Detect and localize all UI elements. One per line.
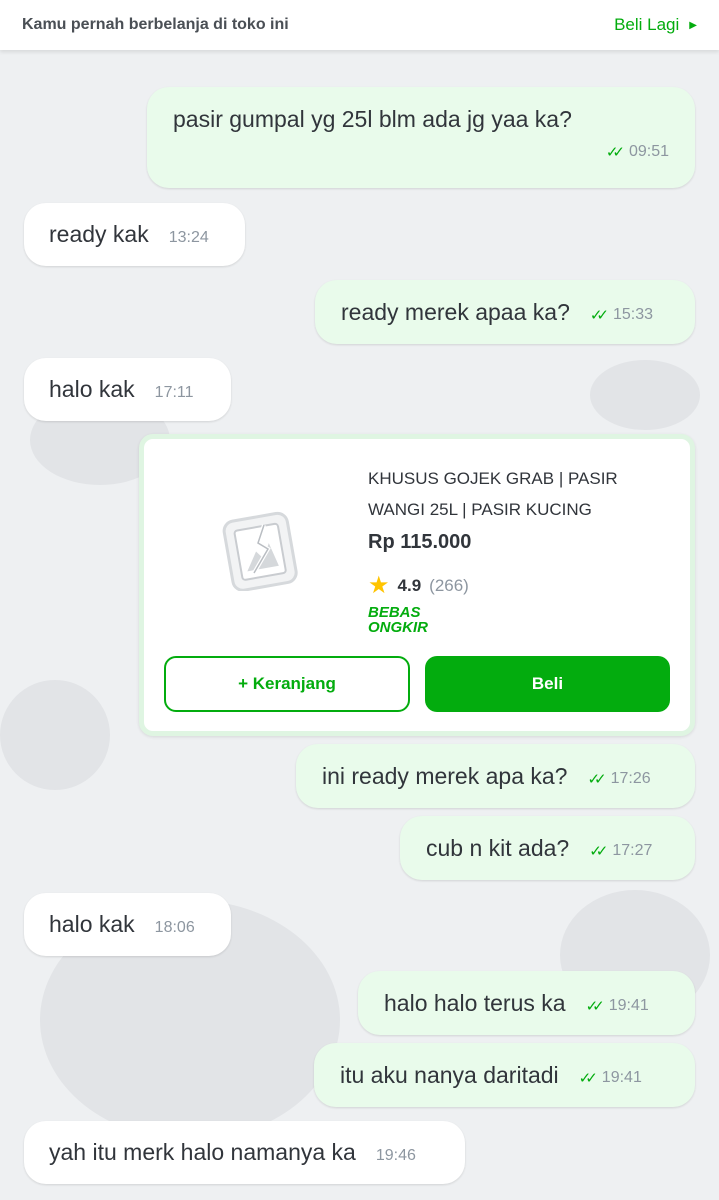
- message-time: 19:46: [375, 1146, 416, 1164]
- review-count: (266): [429, 576, 469, 595]
- rating-score: 4.9: [397, 576, 422, 595]
- free-shipping-badge-line2: ONGKIR: [368, 619, 428, 636]
- chat-bubble-outgoing[interactable]: pasir gumpal yg 25l blm ada jg yaa ka? ✓…: [147, 87, 695, 188]
- message-text: itu aku nanya daritadi: [340, 1061, 559, 1088]
- message-time: 19:41: [601, 1069, 642, 1086]
- purchase-history-text: Kamu pernah berbelanja di toko ini: [22, 16, 289, 33]
- buy-again-link[interactable]: Beli Lagi ▶: [614, 15, 697, 35]
- double-check-icon: ✓✓: [605, 144, 625, 161]
- message-text: halo kak: [49, 376, 135, 402]
- product-price: Rp 115.000: [368, 531, 472, 553]
- background-mascot-decoration: [590, 360, 700, 430]
- message-time: 17:27: [612, 842, 653, 859]
- double-check-icon: ✓✓: [578, 1070, 598, 1087]
- product-name[interactable]: KHUSUS GOJEK GRAB | PASIR WANGI 25L | PA…: [368, 463, 668, 525]
- message-text: ready merek apaa ka?: [341, 298, 570, 325]
- message-time: 17:26: [610, 770, 651, 787]
- broken-image-icon: [218, 511, 300, 592]
- chat-bubble-outgoing[interactable]: cub n kit ada? ✓✓ 17:27: [400, 816, 695, 880]
- double-check-icon: ✓✓: [589, 307, 609, 324]
- chat-bubble-incoming[interactable]: ready kak 13:24: [24, 203, 245, 266]
- chevron-right-icon: ▶: [689, 19, 697, 31]
- message-time: 09:51: [628, 143, 669, 160]
- double-check-icon: ✓✓: [585, 998, 605, 1015]
- message-text: cub n kit ada?: [426, 834, 570, 861]
- chat-bubble-outgoing[interactable]: ini ready merek apa ka? ✓✓ 17:26: [296, 744, 695, 808]
- product-rating: ★ 4.9 (266): [368, 574, 469, 598]
- free-shipping-badge: BEBAS ONGKIR: [368, 605, 428, 635]
- message-time: 18:06: [154, 918, 195, 936]
- add-to-cart-button[interactable]: + Keranjang: [164, 656, 410, 712]
- product-card[interactable]: KHUSUS GOJEK GRAB | PASIR WANGI 25L | PA…: [139, 434, 695, 736]
- message-time: 17:11: [154, 383, 194, 401]
- message-text: yah itu merk halo namanya ka: [49, 1139, 356, 1165]
- message-time: 15:33: [613, 306, 654, 323]
- double-check-icon: ✓✓: [587, 771, 606, 788]
- chat-bubble-incoming[interactable]: yah itu merk halo namanya ka 19:46: [24, 1121, 465, 1184]
- chat-bubble-incoming[interactable]: halo kak 18:06: [24, 893, 231, 956]
- message-text: pasir gumpal yg 25l blm ada jg yaa ka?: [173, 106, 572, 132]
- chat-bubble-outgoing[interactable]: ready merek apaa ka? ✓✓ 15:33: [315, 280, 695, 344]
- double-check-icon: ✓✓: [589, 843, 608, 860]
- message-text: ini ready merek apa ka?: [322, 762, 568, 789]
- background-mascot-decoration: [0, 680, 110, 790]
- chat-bubble-outgoing[interactable]: halo halo terus ka ✓✓ 19:41: [358, 971, 695, 1035]
- chat-bubble-outgoing[interactable]: itu aku nanya daritadi ✓✓ 19:41: [314, 1043, 695, 1107]
- message-text: halo kak: [49, 911, 135, 937]
- message-text: ready kak: [49, 221, 149, 247]
- buy-again-label: Beli Lagi: [614, 15, 680, 34]
- message-time: 13:24: [168, 228, 209, 246]
- purchase-history-bar: Kamu pernah berbelanja di toko ini Beli …: [0, 0, 719, 50]
- free-shipping-badge-line1: BEBAS: [368, 604, 421, 621]
- star-icon: ★: [368, 572, 390, 599]
- message-text: halo halo terus ka: [384, 989, 566, 1016]
- message-time: 19:41: [608, 997, 649, 1014]
- chat-bubble-incoming[interactable]: halo kak 17:11: [24, 358, 231, 421]
- buy-button[interactable]: Beli: [425, 656, 670, 712]
